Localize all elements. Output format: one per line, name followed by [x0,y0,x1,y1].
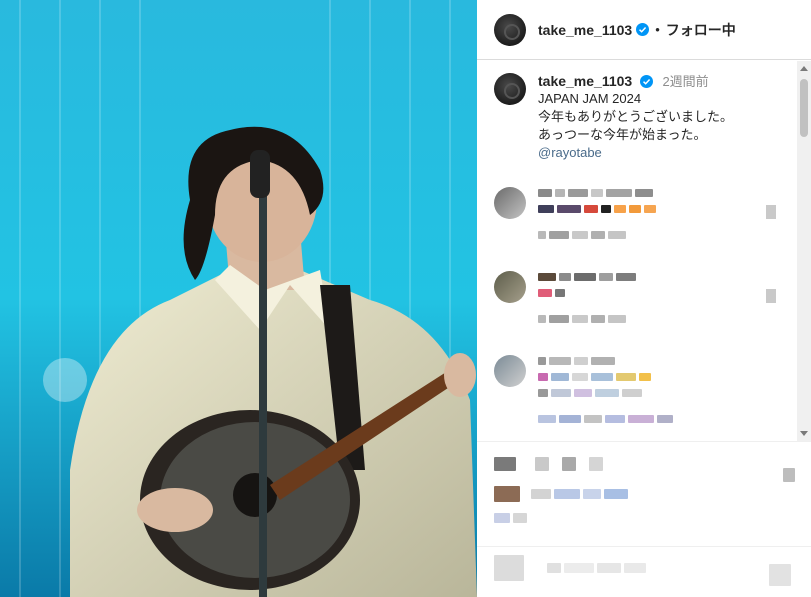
post-photo[interactable] [0,0,477,597]
blurred-text [538,203,656,215]
caption-line: JAPAN JAM 2024 [538,91,642,106]
comment-item [494,271,776,325]
post-side-panel: take_me_1103 • フォロー中 take_me_1103 2週間前 J… [477,0,811,597]
caption-avatar[interactable] [494,73,526,105]
comments-scroll-area[interactable]: take_me_1103 2週間前 JAPAN JAM 2024 今年もありがと… [477,61,811,441]
following-button[interactable]: フォロー中 [666,20,736,40]
like-comment-icon[interactable] [766,289,776,303]
comment-avatar[interactable] [494,271,526,303]
scrollbar-thumb[interactable] [800,79,808,137]
blurred-action-icons [494,457,603,471]
caption-line: あっつーな今年が始まった。 [538,127,707,142]
divider [477,546,811,547]
verified-badge-icon [639,75,653,88]
blurred-text [538,371,673,383]
blurred-text [538,287,636,299]
caption-username[interactable]: take_me_1103 [538,73,632,89]
verified-badge-icon [636,23,650,36]
blurred-comment-input[interactable] [494,555,646,581]
blurred-text [538,187,656,199]
caption: take_me_1103 2週間前 JAPAN JAM 2024 今年もありがと… [494,73,798,162]
blurred-likes [494,512,527,524]
post-actions-area [477,441,811,597]
account-username[interactable]: take_me_1103 [538,22,632,38]
blurred-text [538,387,673,399]
like-comment-icon[interactable] [766,205,776,219]
comment-avatar[interactable] [494,187,526,219]
blurred-text [538,413,673,425]
chevron-up-icon[interactable] [800,66,808,71]
post-header: take_me_1103 • フォロー中 [477,0,811,60]
caption-line: 今年もありがとうございました。 [538,109,734,124]
emoji-icon[interactable] [769,564,791,586]
chevron-down-icon[interactable] [800,431,808,436]
blurred-likes [494,486,628,502]
comment-item [494,187,776,241]
caption-timestamp[interactable]: 2週間前 [662,74,708,89]
blurred-text [538,229,656,241]
concert-photo [0,0,477,597]
blurred-text [538,313,636,325]
separator-dot: • [655,22,660,37]
blurred-text [538,271,636,283]
comments-scrollbar[interactable] [797,61,811,441]
mention-link[interactable]: @rayotabe [538,144,798,162]
blurred-text [538,355,673,367]
comment-avatar[interactable] [494,355,526,387]
bookmark-icon[interactable] [783,468,795,482]
comment-item [494,355,673,425]
account-avatar[interactable] [494,13,526,46]
